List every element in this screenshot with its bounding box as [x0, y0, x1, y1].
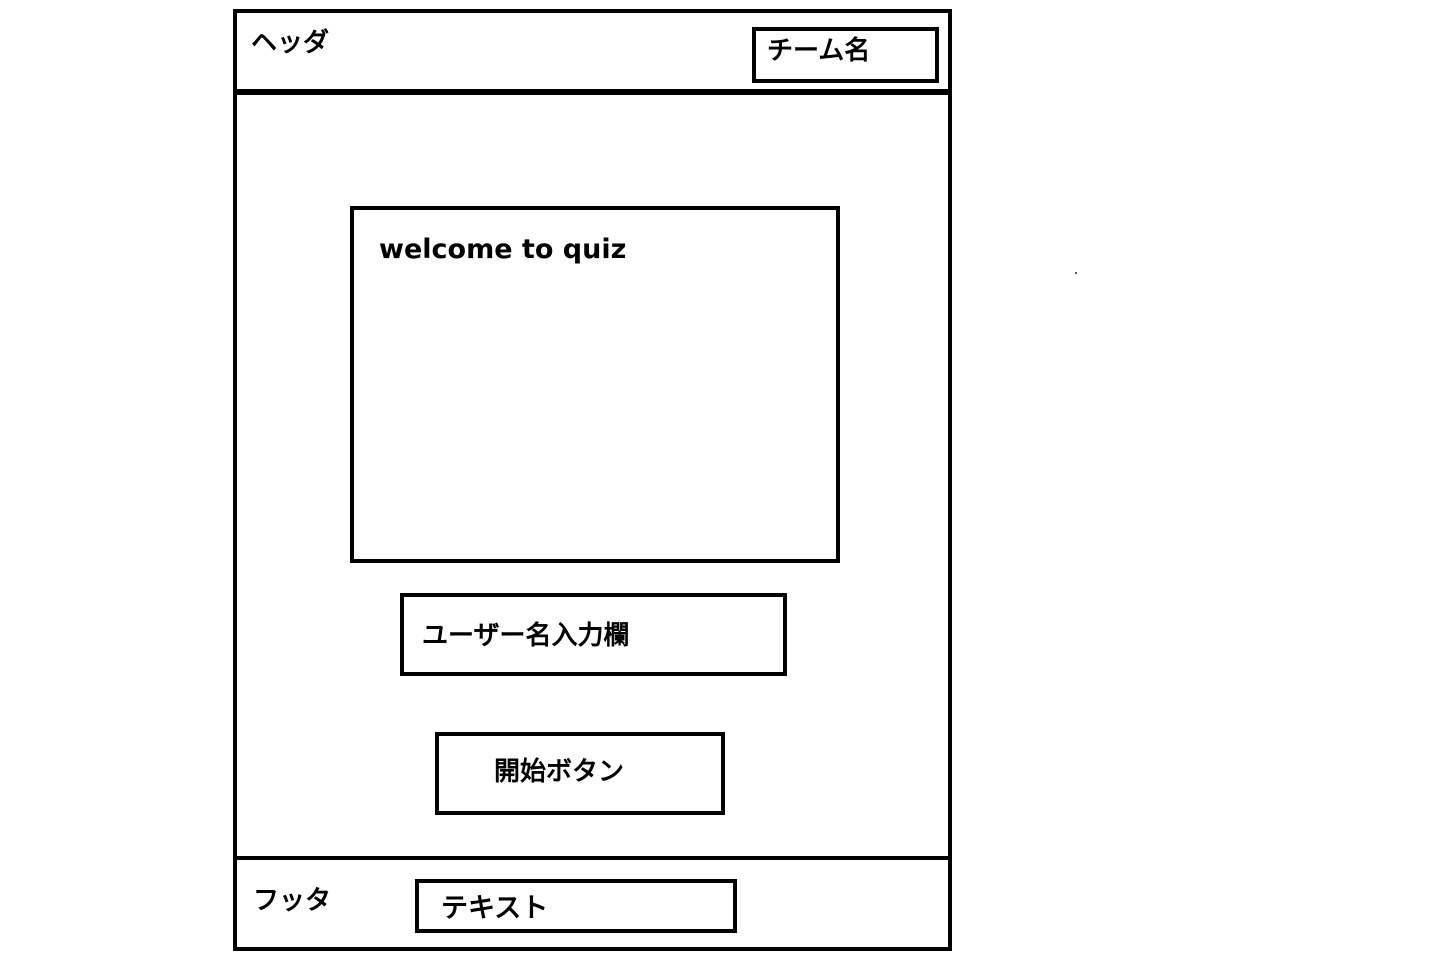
stray-dot — [1075, 272, 1077, 274]
footer-divider — [233, 856, 952, 860]
header-divider — [233, 89, 952, 95]
team-name-label: チーム名 — [767, 36, 871, 66]
footer-text-label: テキスト — [441, 893, 549, 924]
footer-label: フッタ — [253, 886, 332, 916]
start-button-label: 開始ボタン — [494, 757, 625, 787]
welcome-text: welcome to quiz — [379, 234, 627, 265]
username-input-label: ユーザー名入力欄 — [422, 621, 630, 651]
header-label: ヘッダ — [251, 28, 330, 58]
